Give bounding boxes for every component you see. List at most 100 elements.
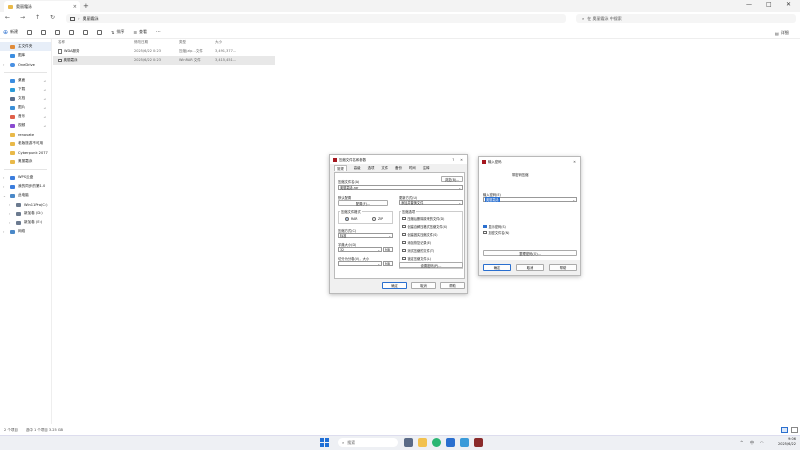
chevron-right-icon[interactable]: › bbox=[9, 221, 10, 225]
tray-chevron-icon[interactable]: ^ bbox=[740, 440, 743, 445]
sidebar-item-quick[interactable]: 视频 ⊿ bbox=[0, 121, 51, 130]
sidebar-item-drive[interactable]: › Win11Pro(C:) bbox=[0, 200, 51, 209]
tab-0[interactable]: 常规 bbox=[334, 164, 347, 171]
organize-passwords-button[interactable]: 整理密码(O)... bbox=[483, 250, 577, 256]
password-input[interactable]: 奥丽霜泳 ⌄ bbox=[483, 197, 577, 202]
option-checkbox[interactable]: 锁定压缩文件(L) bbox=[402, 256, 431, 261]
option-checkbox[interactable]: 创建固实压缩文件(S) bbox=[402, 232, 438, 237]
pin-icon[interactable]: ⊿ bbox=[43, 97, 46, 101]
pin-icon[interactable]: ⊿ bbox=[43, 124, 46, 128]
sidebar-item-this-pc[interactable]: ⌄ 此电脑 bbox=[0, 191, 51, 200]
paste-icon[interactable] bbox=[55, 29, 61, 35]
close-icon[interactable]: ✕ bbox=[460, 158, 463, 162]
tab-2[interactable]: 选项 bbox=[368, 165, 375, 170]
start-button[interactable] bbox=[320, 438, 329, 447]
split-unit-select[interactable]: MB bbox=[383, 261, 393, 266]
taskbar-search[interactable]: ⌕ 搜索 bbox=[338, 438, 398, 447]
chevron-right-icon[interactable]: › bbox=[3, 230, 4, 234]
share-icon[interactable] bbox=[83, 29, 89, 35]
winrar-taskbar-icon[interactable] bbox=[474, 438, 483, 447]
sidebar-item-drive[interactable]: › 新加卷 (D:) bbox=[0, 209, 51, 218]
file-explorer-icon[interactable] bbox=[418, 438, 427, 447]
column-type[interactable]: 类型 bbox=[179, 40, 186, 45]
input-language[interactable]: 中 bbox=[750, 440, 754, 446]
pin-icon[interactable]: ⊿ bbox=[43, 115, 46, 119]
breadcrumb[interactable]: 奥丽霜泳 bbox=[83, 16, 99, 22]
option-checkbox[interactable]: 添加恢复记录(E) bbox=[402, 240, 431, 245]
sidebar-item-quick[interactable]: 老版旅游不可用 bbox=[0, 139, 51, 148]
sidebar-item-quick[interactable]: 下载 ⊿ bbox=[0, 85, 51, 94]
table-row[interactable]: WDA服务 2025/6/22 0:23 压缩(zip…文件 3,491,377… bbox=[53, 47, 800, 56]
details-button[interactable]: ▤ 详细 bbox=[775, 30, 789, 36]
profiles-button[interactable]: 配置(F)... bbox=[338, 200, 388, 206]
tiles-view-icon[interactable] bbox=[791, 427, 798, 433]
format-zip-radio[interactable]: ZIP bbox=[372, 217, 383, 221]
column-size[interactable]: 大小 bbox=[215, 40, 222, 45]
dict-select[interactable]: 32 ⌄ bbox=[338, 247, 382, 252]
cancel-button[interactable]: 取消 bbox=[516, 264, 544, 271]
pin-icon[interactable]: ⊿ bbox=[43, 88, 46, 92]
close-icon[interactable]: ✕ bbox=[573, 160, 576, 164]
option-checkbox[interactable]: 压缩后删除原来的文件(D) bbox=[402, 216, 444, 221]
store-icon[interactable] bbox=[446, 438, 455, 447]
delete-icon[interactable] bbox=[97, 29, 103, 35]
new-tab-button[interactable]: + bbox=[83, 2, 89, 10]
encrypt-names-checkbox[interactable]: 加密文件名(N) bbox=[483, 230, 509, 235]
chevron-right-icon[interactable]: › bbox=[9, 212, 10, 216]
sidebar-item-quick[interactable]: Cyberpunk 2077 bbox=[0, 148, 51, 157]
maximize-icon[interactable]: □ bbox=[766, 1, 772, 8]
sidebar-item-home[interactable]: 主文件夹 bbox=[0, 42, 51, 51]
help-icon[interactable]: ? bbox=[452, 158, 454, 162]
sort-button[interactable]: ⇅ 排序 bbox=[111, 29, 124, 35]
details-view-icon[interactable] bbox=[781, 427, 788, 433]
copy-icon[interactable] bbox=[41, 29, 47, 35]
tab-3[interactable]: 文件 bbox=[381, 165, 388, 170]
sidebar-item-quick[interactable]: 奥丽霜泳 bbox=[0, 157, 51, 166]
update-mode-select[interactable]: 添加并替换文件 ⌄ bbox=[399, 200, 463, 205]
archive-name-field[interactable]: 奥丽霜泳.rar ⌄ bbox=[338, 185, 463, 190]
sidebar-item-wps[interactable]: › WPS云盘 bbox=[0, 173, 51, 182]
sidebar-item-quick[interactable]: 图片 ⊿ bbox=[0, 103, 51, 112]
sidebar-item-wps-sync[interactable]: › 我的同步的第1.0 bbox=[0, 182, 51, 191]
table-row-selected[interactable]: 奥丽霜泳 2025/6/22 0:23 WinRAR 文件 3,415,451… bbox=[53, 56, 275, 65]
up-icon[interactable]: ↑ bbox=[35, 14, 40, 21]
pin-icon[interactable]: ⊿ bbox=[43, 79, 46, 83]
chevron-right-icon[interactable]: › bbox=[3, 63, 4, 67]
new-button[interactable]: ⊕ 新建 bbox=[3, 29, 18, 36]
tab-active[interactable]: 奥丽霜泳 × bbox=[4, 1, 80, 12]
chevron-right-icon[interactable]: › bbox=[3, 176, 4, 180]
chevron-down-icon[interactable]: ⌄ bbox=[3, 194, 6, 198]
more-button[interactable]: ··· bbox=[156, 29, 161, 35]
rename-icon[interactable] bbox=[69, 29, 75, 35]
search-input[interactable]: ⌕ 在 奥丽霜泳 中搜索 bbox=[576, 14, 796, 23]
close-tab-icon[interactable]: × bbox=[73, 4, 77, 10]
dict-unit-select[interactable]: MB bbox=[383, 247, 393, 252]
forward-icon[interactable]: → bbox=[20, 14, 25, 21]
show-password-checkbox[interactable]: 显示密码(S) bbox=[483, 224, 506, 229]
cancel-button[interactable]: 取消 bbox=[411, 282, 436, 289]
column-modified[interactable]: 修改日期 bbox=[134, 40, 148, 45]
app-icon[interactable] bbox=[460, 438, 469, 447]
browse-button[interactable]: 浏览(B)... bbox=[441, 176, 463, 182]
help-button[interactable]: 帮助 bbox=[549, 264, 577, 271]
column-name[interactable]: 名称 bbox=[58, 40, 65, 45]
ok-button[interactable]: 确定 bbox=[483, 264, 511, 271]
cut-icon[interactable] bbox=[27, 29, 33, 35]
sidebar-item-quick[interactable]: 音乐 ⊿ bbox=[0, 112, 51, 121]
help-button[interactable]: 帮助 bbox=[440, 282, 465, 289]
tab-6[interactable]: 注释 bbox=[423, 165, 430, 170]
tab-5[interactable]: 时间 bbox=[409, 165, 416, 170]
option-checkbox[interactable]: 创建自解压格式压缩文件(X) bbox=[402, 224, 447, 229]
task-view-icon[interactable] bbox=[404, 438, 413, 447]
chevron-right-icon[interactable]: › bbox=[3, 185, 4, 189]
tab-1[interactable]: 高级 bbox=[354, 165, 361, 170]
set-password-button[interactable]: 设置密码(P)... bbox=[399, 262, 463, 268]
ok-button[interactable]: 确定 bbox=[382, 282, 407, 289]
chevron-right-icon[interactable]: › bbox=[9, 203, 10, 207]
refresh-icon[interactable]: ↻ bbox=[50, 14, 55, 21]
wifi-icon[interactable]: ◠ bbox=[760, 440, 764, 445]
sidebar-item-quick[interactable]: 桌面 ⊿ bbox=[0, 76, 51, 85]
split-size-input[interactable]: ⌄ bbox=[338, 261, 382, 266]
close-window-icon[interactable]: ✕ bbox=[786, 1, 791, 8]
sidebar-item-onedrive[interactable]: › OneDrive bbox=[0, 60, 51, 69]
